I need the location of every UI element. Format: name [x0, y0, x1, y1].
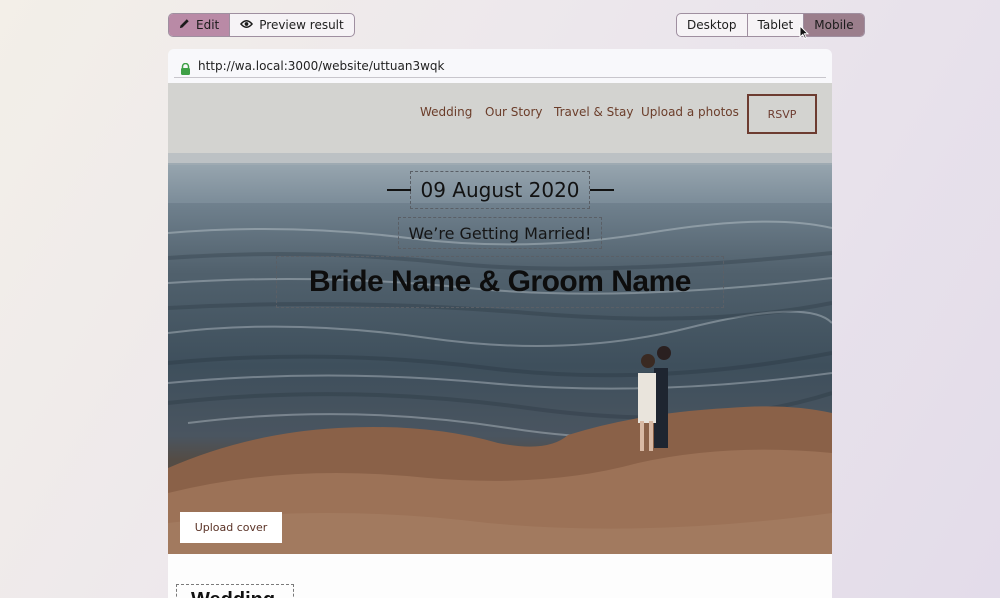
nav-link-our-story[interactable]: Our Story [485, 105, 543, 119]
device-mobile-button[interactable]: Mobile [804, 14, 864, 36]
cursor-icon [799, 24, 810, 43]
preview-result-button[interactable]: Preview result [230, 14, 353, 36]
rsvp-button[interactable]: RSVP [747, 94, 817, 134]
tagline-box[interactable]: We’re Getting Married! [398, 217, 602, 249]
couple-names: Bride Name & Groom Name [309, 265, 691, 298]
nav-link-upload-photos[interactable]: Upload a photos [641, 105, 739, 119]
device-tablet-button[interactable]: Tablet [748, 14, 805, 36]
edit-button[interactable]: Edit [169, 14, 231, 36]
address-bar: http://wa.local:3000/website/uttuan3wqk [168, 49, 832, 83]
wedding-date: 09 August 2020 [420, 178, 580, 202]
upload-cover-button[interactable]: Upload cover [180, 512, 282, 543]
date-rule-right [590, 189, 614, 191]
website-preview: Wedding Our Story Travel & Stay Upload a… [168, 83, 832, 598]
eye-icon [240, 18, 254, 32]
preview-label: Preview result [259, 18, 344, 32]
hero-cover: Wedding Our Story Travel & Stay Upload a… [168, 83, 832, 554]
device-toggle: Desktop Tablet Mobile [676, 13, 865, 37]
date-rule-left [387, 189, 411, 191]
pencil-icon [179, 18, 190, 32]
tagline: We’re Getting Married! [408, 223, 592, 243]
couple-figure [638, 346, 671, 451]
nav-link-wedding[interactable]: Wedding [420, 105, 472, 119]
cover-photo [168, 83, 832, 554]
section-heading: Wedding [191, 589, 275, 598]
section-heading-box[interactable]: Wedding [176, 584, 294, 598]
couple-names-box[interactable]: Bride Name & Groom Name [276, 256, 724, 308]
edit-label: Edit [196, 18, 220, 32]
device-desktop-button[interactable]: Desktop [677, 14, 748, 36]
nav-link-travel-stay[interactable]: Travel & Stay [554, 105, 633, 119]
edit-preview-toggle: Edit Preview result [168, 13, 355, 37]
url-text[interactable]: http://wa.local:3000/website/uttuan3wqk [198, 59, 444, 73]
date-box[interactable]: 09 August 2020 [410, 171, 590, 209]
address-underline [174, 77, 826, 78]
